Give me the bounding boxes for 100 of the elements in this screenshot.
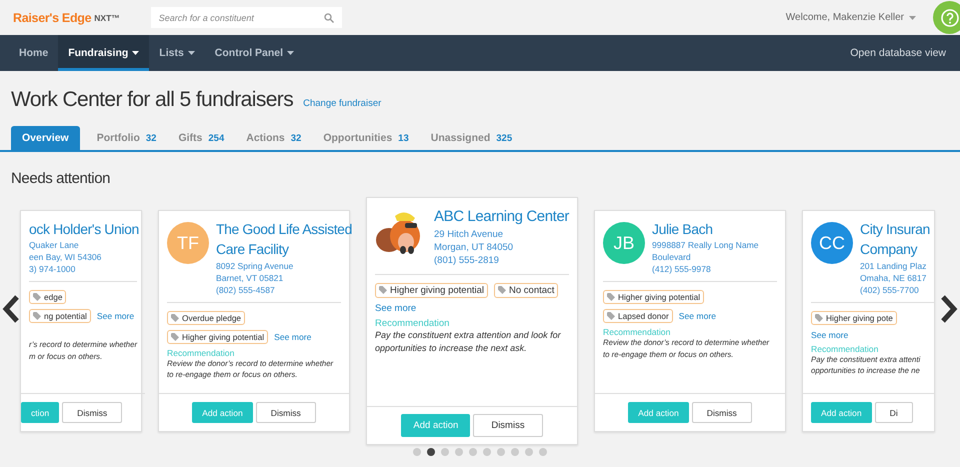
see-more-link[interactable]: See more [375, 302, 416, 314]
tab-count: 325 [496, 132, 512, 144]
tag-label: Higher giving potential [390, 284, 484, 296]
address-line: een Bay, WI 54306 [29, 251, 102, 264]
constituent-name[interactable]: ABC Learning Center [434, 206, 569, 228]
section-title: Needs attention [11, 170, 112, 187]
caret-icon [909, 16, 916, 20]
constituent-name[interactable]: Care Facility [216, 239, 352, 260]
address-line: (802) 555-4587 [216, 284, 276, 296]
tag-label: Higher giving potential [618, 292, 700, 302]
tab-count: 32 [290, 132, 302, 144]
dismiss-button[interactable]: Dismiss [256, 402, 316, 423]
address-line: 9998887 Really Long Name Boulevard [652, 239, 760, 264]
add-action-button[interactable]: Add action [811, 402, 872, 423]
tag-icon [33, 312, 41, 320]
dismiss-button[interactable]: Dismiss [62, 402, 122, 423]
avatar-initials: JB [603, 222, 645, 264]
carousel-dot[interactable] [427, 448, 435, 456]
carousel-dot[interactable] [413, 448, 421, 456]
carousel-dot[interactable] [441, 448, 449, 456]
recommendation-label: Recommendation [375, 318, 450, 329]
next-arrow-icon[interactable] [940, 295, 958, 323]
dismiss-button[interactable]: Dismiss [473, 414, 543, 437]
address-line: 3) 974-1000 [29, 263, 76, 276]
carousel-dot[interactable] [525, 448, 533, 456]
carousel-dot[interactable] [497, 448, 505, 456]
see-more-link[interactable]: See more [678, 311, 716, 322]
carousel-dot[interactable] [511, 448, 519, 456]
address-line: Omaha, NE 6817 [860, 272, 928, 284]
recommendation-label: Recommendation [603, 327, 672, 338]
tab-count: 13 [398, 132, 409, 144]
avatar-initials: CC [811, 222, 853, 264]
tab[interactable]: Opportunities 13 [312, 126, 420, 150]
nav-item[interactable]: Control Panel [204, 35, 304, 71]
tab-count: 254 [208, 132, 224, 144]
logo-suffix: NXT™ [94, 12, 120, 22]
change-fundraiser-link[interactable]: Change fundraiser [303, 98, 382, 109]
see-more-link[interactable]: See more [274, 332, 312, 342]
user-menu[interactable]: Welcome, Makenzie Keller [786, 12, 916, 23]
constituent-name[interactable]: The Good Life Assisted [216, 219, 352, 240]
constituent-name[interactable]: City Insuran [860, 219, 930, 240]
add-action-button[interactable]: ction [21, 402, 60, 423]
see-more-link[interactable]: See more [96, 311, 134, 322]
tag-icon [33, 293, 41, 302]
tag-label: Lapsed donor [618, 311, 669, 322]
help-button[interactable] [933, 1, 960, 34]
tab[interactable]: Overview [11, 126, 80, 150]
tag-label: Higher giving pote [826, 312, 893, 323]
add-action-button[interactable]: Add action [401, 414, 470, 437]
tag-icon [171, 314, 179, 322]
add-action-button[interactable]: Add action [628, 402, 689, 423]
nav-item[interactable]: Lists [149, 35, 205, 71]
tab-count: 32 [146, 132, 156, 144]
recommendation-label: Recommendation [167, 348, 236, 358]
page-title: Work Center for all 5 fundraisers [11, 88, 294, 112]
tag-label: Higher giving potential [182, 332, 264, 342]
tab[interactable]: Unassigned 325 [420, 126, 524, 150]
tag-label: ng potential [44, 311, 87, 322]
tag-icon [607, 312, 615, 320]
address-line: (402) 555-7700 [860, 284, 920, 296]
address-line: Morgan, UT 84050 [434, 241, 514, 254]
tab[interactable]: Portfolio 32 [86, 126, 168, 150]
address-line: 8092 Spring Avenue [216, 260, 294, 272]
search-icon [324, 13, 334, 23]
tag-icon [815, 314, 823, 322]
tag-icon [498, 286, 506, 294]
tag-label: edge [44, 292, 62, 302]
carousel-dot[interactable] [483, 448, 491, 456]
open-database-link[interactable]: Open database view [850, 35, 946, 71]
tag-label: No contact [509, 284, 554, 296]
tab[interactable]: Actions 32 [235, 126, 312, 150]
constituent-name[interactable]: Company [860, 239, 930, 260]
carousel-dot[interactable] [539, 448, 547, 456]
recommendation-text: Pay the constituent extra attention and look for opportunities to increase the next ask. [375, 328, 562, 356]
constituent-name[interactable]: ock Holder's Union [29, 219, 139, 240]
dismiss-button[interactable]: Di [874, 402, 913, 423]
tag-icon [607, 293, 615, 302]
address-line: Quaker Lane [29, 239, 80, 252]
nav-item[interactable]: Home [9, 35, 58, 71]
dismiss-button[interactable]: Dismiss [692, 402, 752, 423]
address-line: (412) 555-9978 [652, 263, 712, 276]
tab[interactable]: Gifts 254 [167, 126, 236, 150]
recommendation-label: Recommendation [811, 344, 880, 354]
app-logo[interactable]: Raiser's Edge [13, 10, 92, 24]
carousel-dot[interactable] [455, 448, 463, 456]
add-action-button[interactable]: Add action [192, 402, 253, 423]
address-line: 29 Hitch Avenue [434, 228, 504, 242]
tag-icon [171, 332, 179, 341]
search-field[interactable]: Search for a constituent [150, 7, 342, 28]
address-line: 201 Landing Plaz [860, 260, 928, 272]
nav-item[interactable]: Fundraising [58, 35, 150, 71]
help-icon [940, 8, 958, 26]
tag-label: Overdue pledge [182, 312, 242, 323]
carousel-dot[interactable] [469, 448, 477, 456]
address-line: (801) 555-2819 [434, 254, 500, 268]
see-more-link[interactable]: See more [811, 330, 848, 340]
previous-arrow-icon[interactable] [2, 295, 20, 323]
constituent-name[interactable]: Julie Bach [652, 219, 777, 240]
avatar-initials: TF [167, 222, 209, 264]
tag-icon [379, 286, 387, 294]
